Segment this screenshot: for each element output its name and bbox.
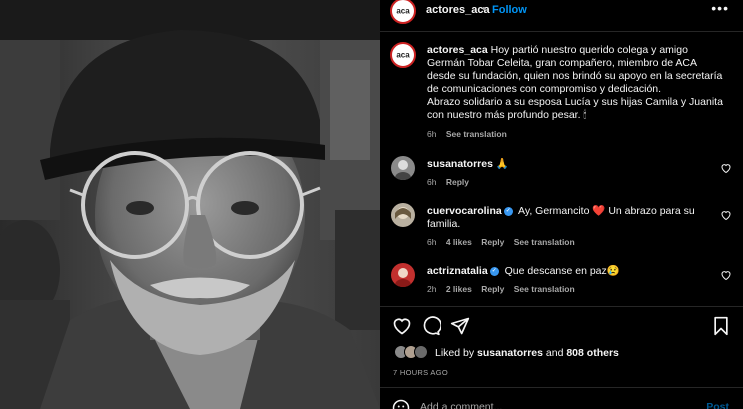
comment-username[interactable]: actriznatalia: [427, 265, 488, 277]
liker-avatar[interactable]: [414, 345, 428, 359]
likes-middle: and: [542, 347, 567, 359]
like-comment-heart-icon[interactable]: [720, 209, 732, 221]
save-bookmark-icon[interactable]: [711, 316, 731, 336]
actions-divider: [380, 306, 743, 307]
post-header: aca actores_aca • Follow •••: [380, 0, 743, 24]
see-translation-button[interactable]: See translation: [514, 284, 575, 294]
likes-summary: Liked by susanatorres and 808 others: [394, 345, 734, 361]
comment-meta: 6h Reply: [427, 177, 469, 187]
comment-text: cuervocarolina ✓ Ay, Germancito ❤️ Un abr…: [427, 205, 697, 231]
reply-button[interactable]: Reply: [481, 237, 504, 247]
commenter-avatar[interactable]: [391, 156, 415, 180]
author-avatar[interactable]: aca: [390, 0, 416, 24]
reply-button[interactable]: Reply: [446, 177, 469, 187]
portrait-image: [0, 0, 380, 409]
post-comment-button[interactable]: Post: [706, 401, 729, 409]
avatar-logo-text: aca: [396, 6, 410, 16]
likes-text[interactable]: Liked by susanatorres and 808 others: [435, 347, 619, 359]
post-photo[interactable]: [0, 0, 380, 409]
more-options-icon[interactable]: •••: [711, 0, 729, 16]
avatar-image: [395, 207, 411, 219]
comment-divider: [380, 387, 743, 388]
post-sidebar: aca actores_aca • Follow ••• aca actores…: [380, 0, 743, 409]
author-username[interactable]: actores_aca: [426, 4, 490, 16]
like-comment-heart-icon[interactable]: [720, 269, 732, 281]
likes-count[interactable]: 808 others: [566, 347, 619, 359]
verified-badge-icon: ✓: [503, 206, 513, 216]
caption-username[interactable]: actores_aca: [427, 44, 488, 56]
like-heart-icon[interactable]: [392, 316, 412, 336]
comment-body: Que descanse en paz😢: [501, 265, 620, 277]
commenter-avatar[interactable]: [391, 263, 415, 287]
caption-see-translation[interactable]: See translation: [446, 129, 507, 139]
comment-username[interactable]: susanatorres: [427, 158, 493, 170]
like-comment-heart-icon[interactable]: [720, 162, 732, 174]
comment-likes[interactable]: 2 likes: [446, 284, 472, 294]
comment-text: susanatorres 🙏: [427, 158, 697, 171]
post-caption: actores_aca Hoy partió nuestro querido c…: [427, 44, 727, 122]
avatar-logo-text: aca: [396, 50, 410, 60]
likes-prefix: Liked by: [435, 347, 478, 359]
likes-user[interactable]: susanatorres: [477, 347, 543, 359]
follow-button[interactable]: Follow: [492, 4, 527, 16]
avatar-image: [395, 268, 411, 287]
caption-meta: 6h See translation: [427, 129, 507, 139]
see-translation-button[interactable]: See translation: [514, 237, 575, 247]
comment-username[interactable]: cuervocarolina: [427, 205, 502, 217]
verified-badge-icon: ✓: [489, 266, 499, 276]
comment-time: 6h: [427, 237, 437, 247]
header-divider: [380, 31, 743, 32]
comment-body: 🙏: [492, 158, 509, 170]
reply-button[interactable]: Reply: [481, 284, 504, 294]
caption-time: 6h: [427, 129, 437, 139]
avatar-image: [395, 160, 411, 180]
post-timestamp[interactable]: 7 HOURS AGO: [393, 368, 448, 377]
share-send-icon[interactable]: [450, 316, 470, 336]
add-comment-input[interactable]: Add a comment...: [420, 401, 502, 409]
header-separator: •: [482, 3, 486, 15]
comment-likes[interactable]: 4 likes: [446, 237, 472, 247]
caption-text-2: Abrazo solidario a su esposa Lucía y sus…: [427, 96, 723, 121]
emoji-smile-icon[interactable]: [392, 399, 410, 409]
commenter-avatar[interactable]: [391, 203, 415, 227]
comment-meta: 2h 2 likes Reply See translation: [427, 284, 575, 294]
comment-meta: 6h 4 likes Reply See translation: [427, 237, 575, 247]
comment-bubble-icon[interactable]: [421, 316, 441, 336]
comment-time: 2h: [427, 284, 437, 294]
comment-time: 6h: [427, 177, 437, 187]
caption-avatar[interactable]: aca: [390, 42, 416, 68]
comment-text: actriznatalia ✓ Que descanse en paz😢: [427, 265, 697, 278]
